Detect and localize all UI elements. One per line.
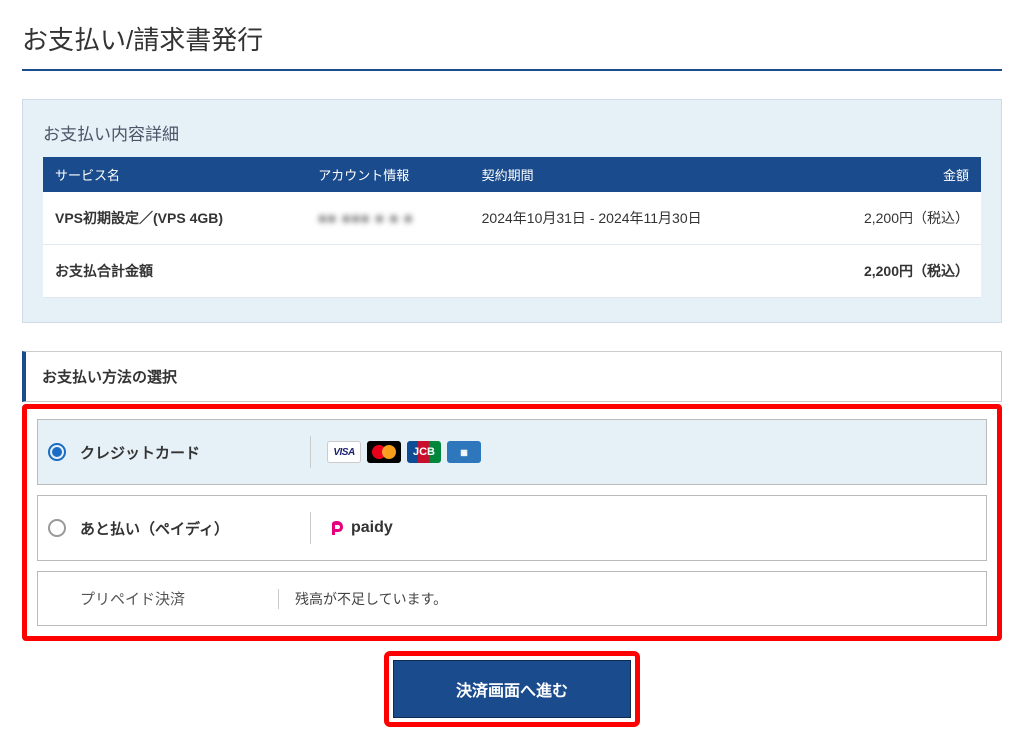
payment-option-prepaid: プリペイド決済 残高が不足しています。 (37, 571, 987, 626)
cell-total-label: お支払合計金額 (43, 245, 306, 298)
jcb-icon: JCB (407, 441, 441, 463)
amex-icon: ▦ (447, 441, 481, 463)
proceed-to-payment-button[interactable]: 決済画面へ進む (393, 660, 631, 718)
radio-credit[interactable] (48, 443, 66, 461)
col-account: アカウント情報 (306, 157, 469, 192)
cell-amount: 2,200円（税込） (804, 192, 981, 245)
payment-method-options: クレジットカード VISA JCB ▦ あと払い（ペイディ） paidy プリペ… (22, 404, 1002, 641)
visa-icon: VISA (327, 441, 361, 463)
details-heading: お支払い内容詳細 (43, 120, 981, 145)
cell-total-amount: 2,200円（税込） (804, 245, 981, 298)
payment-details-panel: お支払い内容詳細 サービス名 アカウント情報 契約期間 金額 VPS初期設定／(… (22, 99, 1002, 323)
option-label-prepaid: プリペイド決済 (48, 588, 278, 609)
table-row-total: お支払合計金額 2,200円（税込） (43, 245, 981, 298)
col-service: サービス名 (43, 157, 306, 192)
cell-period: 2024年10月31日 - 2024年11月30日 (470, 192, 804, 245)
paidy-icon: paidy (327, 518, 393, 538)
submit-highlight-box: 決済画面へ進む (384, 651, 640, 727)
payment-option-paidy[interactable]: あと払い（ペイディ） paidy (37, 495, 987, 561)
col-amount: 金額 (804, 157, 981, 192)
cell-service: VPS初期設定／(VPS 4GB) (43, 192, 306, 245)
payment-method-heading: お支払い方法の選択 (22, 351, 1002, 402)
prepaid-note: 残高が不足しています。 (278, 589, 447, 609)
col-period: 契約期間 (470, 157, 804, 192)
credit-card-logos: VISA JCB ▦ (310, 436, 481, 468)
payment-option-credit[interactable]: クレジットカード VISA JCB ▦ (37, 419, 987, 485)
paidy-logo-wrap: paidy (310, 512, 393, 544)
page-title: お支払い/請求書発行 (22, 20, 1002, 71)
details-table: サービス名 アカウント情報 契約期間 金額 VPS初期設定／(VPS 4GB) … (43, 157, 981, 298)
option-label-credit: クレジットカード (80, 442, 310, 463)
cell-account: ■■ ■■■ ■ ■ ■ (306, 192, 469, 245)
radio-paidy[interactable] (48, 519, 66, 537)
table-row: VPS初期設定／(VPS 4GB) ■■ ■■■ ■ ■ ■ 2024年10月3… (43, 192, 981, 245)
mastercard-icon (367, 441, 401, 463)
option-label-paidy: あと払い（ペイディ） (80, 518, 310, 539)
